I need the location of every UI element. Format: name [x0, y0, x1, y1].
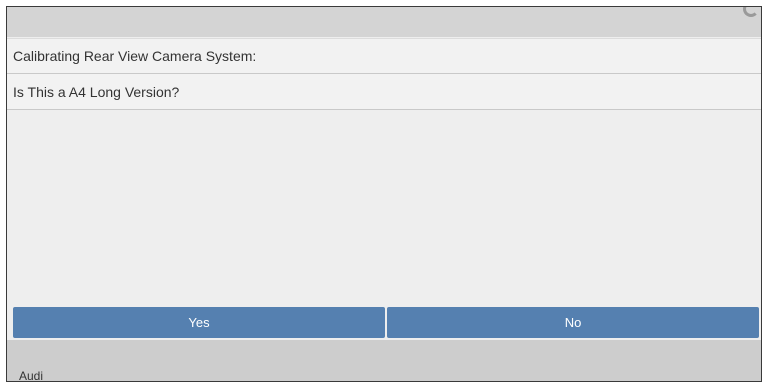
dialog-title: Calibrating Rear View Camera System:	[13, 48, 257, 64]
content-area	[7, 110, 761, 304]
button-bar: Yes No	[13, 307, 759, 338]
top-bar	[7, 7, 761, 37]
yes-button[interactable]: Yes	[13, 307, 385, 338]
dialog-question-row: Is This a A4 Long Version?	[7, 74, 761, 110]
app-window: Calibrating Rear View Camera System: Is …	[6, 6, 762, 382]
dialog-question: Is This a A4 Long Version?	[13, 83, 180, 100]
bottom-bar: Audi	[7, 340, 761, 382]
brand-label: Audi	[19, 369, 44, 382]
dialog-title-row: Calibrating Rear View Camera System:	[7, 38, 761, 74]
refresh-icon[interactable]	[743, 7, 759, 17]
no-button[interactable]: No	[387, 307, 759, 338]
